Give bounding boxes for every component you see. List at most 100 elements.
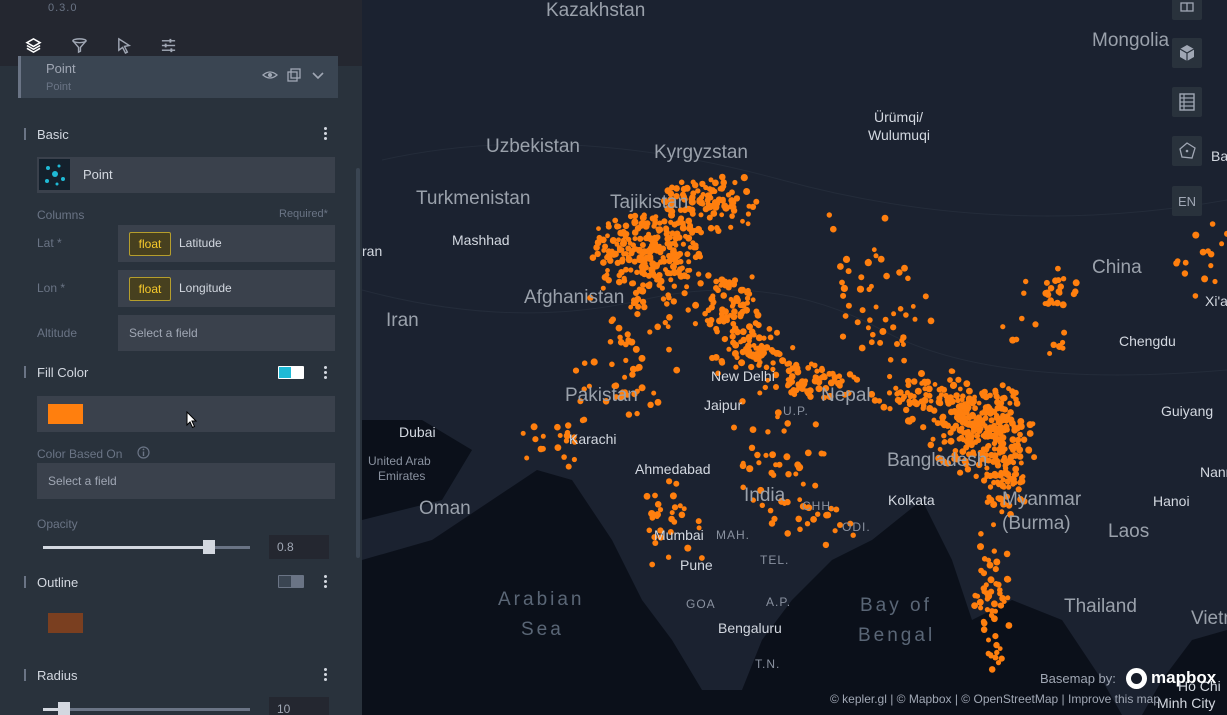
point-marker[interactable] bbox=[1026, 430, 1034, 437]
point-marker[interactable] bbox=[710, 210, 718, 217]
point-marker[interactable] bbox=[616, 237, 621, 243]
point-marker[interactable] bbox=[719, 212, 725, 218]
point-marker[interactable] bbox=[671, 283, 677, 289]
point-marker[interactable] bbox=[997, 404, 1003, 410]
radius-slider-track[interactable] bbox=[43, 702, 250, 715]
point-marker[interactable] bbox=[624, 331, 631, 338]
point-marker[interactable] bbox=[768, 469, 775, 477]
point-marker[interactable] bbox=[1026, 448, 1032, 454]
point-marker[interactable] bbox=[770, 360, 776, 366]
point-marker[interactable] bbox=[695, 518, 702, 525]
point-marker[interactable] bbox=[744, 300, 750, 306]
point-marker[interactable] bbox=[680, 221, 686, 228]
point-marker[interactable] bbox=[1003, 550, 1011, 558]
point-marker[interactable] bbox=[697, 280, 704, 287]
point-marker[interactable] bbox=[798, 381, 806, 388]
point-marker[interactable] bbox=[540, 433, 546, 439]
point-marker[interactable] bbox=[1060, 339, 1066, 346]
point-marker[interactable] bbox=[989, 424, 997, 432]
point-marker[interactable] bbox=[755, 322, 762, 329]
point-marker[interactable] bbox=[877, 255, 885, 263]
point-marker[interactable] bbox=[651, 390, 657, 396]
point-marker[interactable] bbox=[605, 277, 612, 284]
point-marker[interactable] bbox=[968, 413, 975, 420]
point-marker[interactable] bbox=[1192, 293, 1199, 299]
point-marker[interactable] bbox=[941, 433, 947, 439]
point-marker[interactable] bbox=[921, 396, 929, 404]
point-marker[interactable] bbox=[676, 250, 684, 258]
point-marker[interactable] bbox=[774, 409, 782, 417]
point-marker[interactable] bbox=[657, 507, 664, 513]
point-marker[interactable] bbox=[997, 419, 1004, 425]
point-marker[interactable] bbox=[609, 237, 617, 244]
point-marker[interactable] bbox=[868, 283, 874, 289]
point-marker[interactable] bbox=[994, 398, 1001, 406]
point-marker[interactable] bbox=[891, 311, 897, 317]
point-marker[interactable] bbox=[681, 272, 688, 279]
point-marker[interactable] bbox=[984, 596, 991, 602]
point-marker[interactable] bbox=[987, 496, 995, 504]
point-marker[interactable] bbox=[596, 226, 601, 232]
point-marker[interactable] bbox=[1057, 290, 1063, 296]
point-marker[interactable] bbox=[723, 336, 728, 342]
point-marker[interactable] bbox=[707, 224, 715, 232]
point-marker[interactable] bbox=[985, 442, 992, 449]
point-marker[interactable] bbox=[695, 250, 703, 258]
point-marker[interactable] bbox=[930, 436, 936, 442]
point-marker[interactable] bbox=[960, 403, 967, 410]
point-marker[interactable] bbox=[894, 396, 902, 404]
point-marker[interactable] bbox=[638, 220, 645, 227]
point-marker[interactable] bbox=[912, 316, 918, 322]
point-marker[interactable] bbox=[639, 242, 646, 248]
point-marker[interactable] bbox=[557, 433, 563, 438]
point-marker[interactable] bbox=[928, 398, 934, 404]
point-marker[interactable] bbox=[864, 259, 872, 267]
point-marker[interactable] bbox=[718, 276, 726, 284]
point-marker[interactable] bbox=[750, 297, 756, 303]
point-marker[interactable] bbox=[773, 462, 779, 468]
point-marker[interactable] bbox=[589, 254, 597, 261]
altitude-field-selector[interactable]: Select a field bbox=[118, 315, 335, 351]
point-marker[interactable] bbox=[976, 400, 982, 406]
point-marker[interactable] bbox=[1054, 299, 1061, 307]
point-marker[interactable] bbox=[678, 511, 686, 519]
point-marker[interactable] bbox=[881, 214, 889, 222]
point-marker[interactable] bbox=[910, 378, 918, 385]
point-marker[interactable] bbox=[986, 637, 991, 643]
point-marker[interactable] bbox=[981, 477, 988, 484]
point-marker[interactable] bbox=[739, 328, 747, 336]
point-marker[interactable] bbox=[664, 230, 670, 236]
point-marker[interactable] bbox=[940, 386, 948, 393]
point-marker[interactable] bbox=[1030, 421, 1036, 427]
point-marker[interactable] bbox=[748, 444, 756, 451]
point-marker[interactable] bbox=[982, 423, 988, 429]
point-marker[interactable] bbox=[700, 192, 706, 197]
point-marker[interactable] bbox=[631, 220, 638, 227]
point-marker[interactable] bbox=[830, 225, 837, 233]
point-marker[interactable] bbox=[616, 245, 622, 251]
point-marker[interactable] bbox=[1032, 321, 1039, 328]
point-marker[interactable] bbox=[992, 566, 999, 573]
point-marker[interactable] bbox=[1005, 622, 1013, 629]
point-marker[interactable] bbox=[805, 365, 812, 371]
point-marker[interactable] bbox=[757, 359, 763, 366]
point-marker[interactable] bbox=[663, 225, 669, 231]
point-marker[interactable] bbox=[960, 437, 967, 443]
point-marker[interactable] bbox=[774, 329, 780, 336]
point-marker[interactable] bbox=[956, 408, 963, 415]
point-marker[interactable] bbox=[692, 301, 700, 309]
point-marker[interactable] bbox=[810, 516, 817, 523]
point-marker[interactable] bbox=[630, 300, 637, 307]
point-marker[interactable] bbox=[1017, 479, 1024, 486]
point-marker[interactable] bbox=[999, 382, 1006, 389]
point-marker[interactable] bbox=[654, 501, 662, 508]
point-marker[interactable] bbox=[1009, 475, 1017, 483]
point-marker[interactable] bbox=[812, 482, 819, 489]
point-marker[interactable] bbox=[731, 277, 739, 284]
point-marker[interactable] bbox=[812, 377, 818, 382]
point-marker[interactable] bbox=[643, 492, 651, 500]
point-marker[interactable] bbox=[1019, 315, 1025, 322]
point-marker[interactable] bbox=[708, 317, 715, 324]
point-marker[interactable] bbox=[988, 652, 994, 657]
point-marker[interactable] bbox=[681, 290, 688, 297]
